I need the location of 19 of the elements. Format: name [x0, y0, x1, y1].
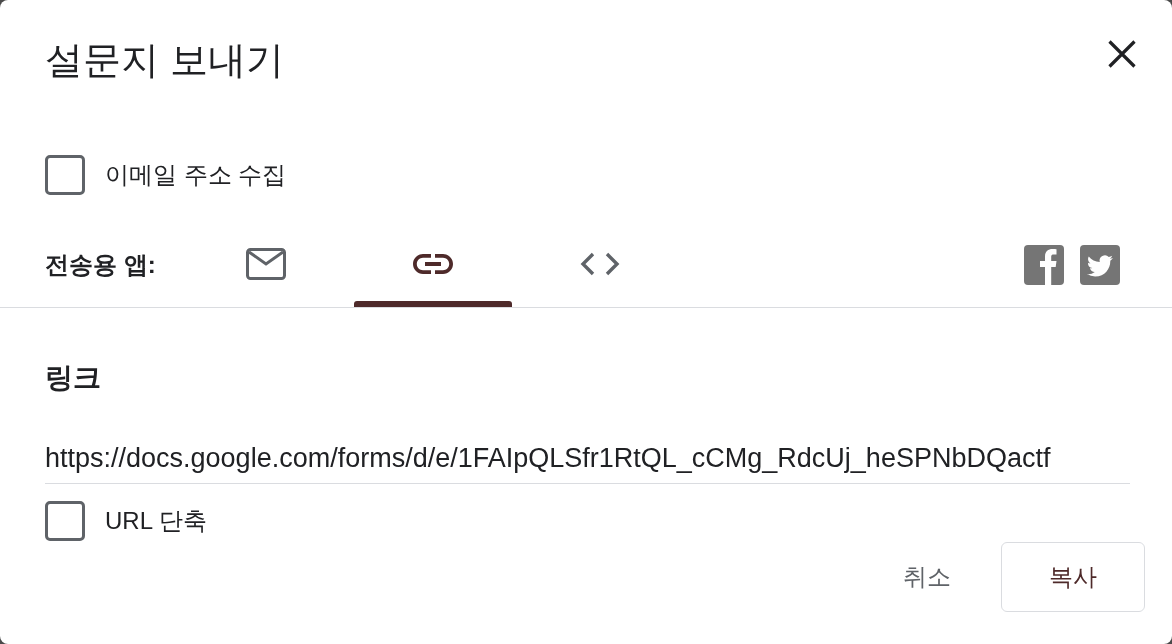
close-icon [1108, 40, 1136, 68]
checkbox[interactable] [45, 501, 85, 541]
send-via-label: 전송용 앱: [45, 250, 157, 280]
envelope-icon [246, 248, 286, 280]
checkbox-label: 이메일 주소 수집 [105, 160, 287, 190]
checkbox-label: URL 단축 [105, 506, 207, 536]
url-field[interactable]: https://docs.google.com/forms/d/e/1FAIpQLSfr1RtQL_cCMg_RdcUj_heSPNbDQactf [45, 434, 1130, 484]
code-icon [580, 252, 620, 276]
copy-button[interactable]: 복사 [1001, 542, 1145, 612]
dialog-title: 설문지 보내기 [45, 38, 284, 83]
link-icon [413, 254, 453, 274]
twitter-icon [1080, 245, 1120, 285]
cancel-button[interactable]: 취소 [879, 542, 975, 612]
checkbox[interactable] [45, 155, 85, 195]
close-button[interactable] [1108, 40, 1136, 68]
share-button[interactable] [1024, 245, 1064, 285]
section-heading: 링크 [45, 361, 101, 395]
share-button[interactable] [1080, 245, 1120, 285]
facebook-icon [1024, 245, 1064, 285]
